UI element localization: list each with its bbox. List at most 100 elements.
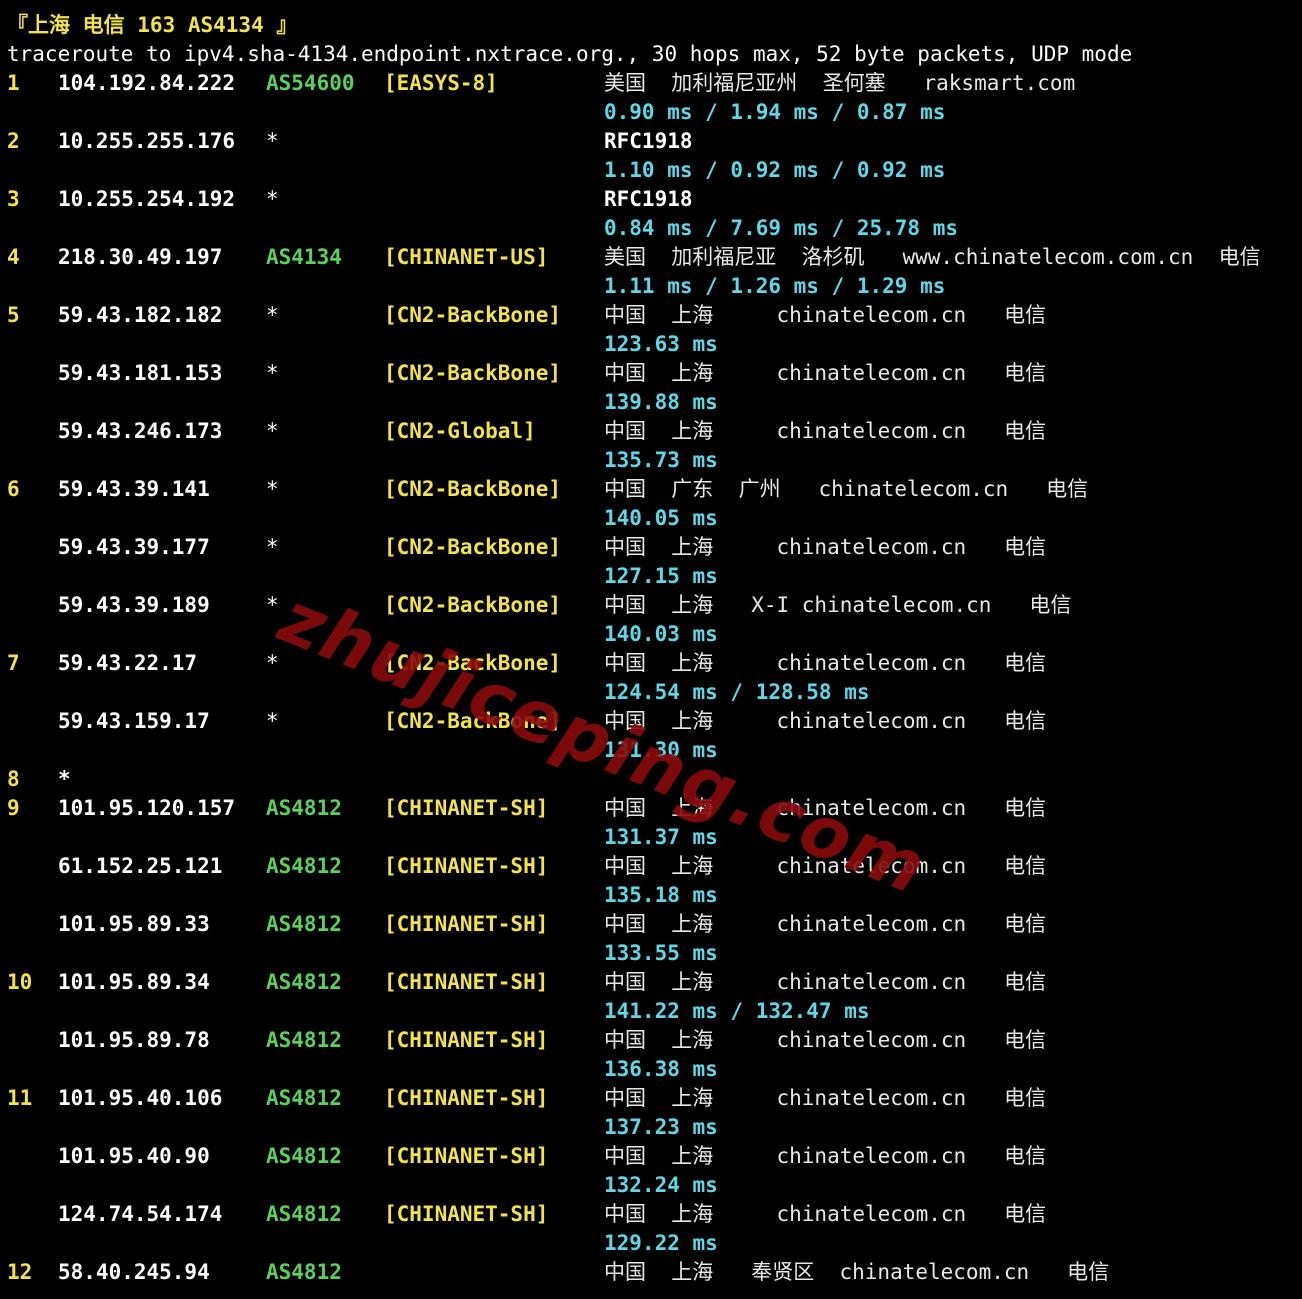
ip-address: 59.43.22.17 (58, 651, 198, 675)
geo-info: 中国 上海 chinatelecom.cn 电信 (604, 709, 1047, 733)
network-tag: [CHINANET-SH] (384, 796, 549, 820)
asn-label: AS4812 (266, 1086, 342, 1110)
rtt-values: 124.54 ms / 128.58 ms (604, 680, 870, 704)
ip-address: 124.74.54.174 (58, 1202, 223, 1226)
network-tag: [CHINANET-SH] (384, 912, 549, 936)
asn-label: AS4134 (266, 245, 342, 269)
asn-label: AS4812 (266, 1028, 342, 1052)
rtt-values: 135.18 ms (604, 883, 718, 907)
hop-number: 3 (7, 187, 20, 211)
geo-info: 中国 上海 chinatelecom.cn 电信 (604, 1028, 1047, 1052)
hop-number: 12 (7, 1260, 33, 1284)
asn-unknown: * (266, 419, 279, 443)
ip-address: 59.43.39.189 (58, 593, 210, 617)
rtt-values: 129.22 ms (604, 1231, 718, 1255)
geo-info: 美国 加利福尼亚 洛杉矶 www.chinatelecom.com.cn 电信 (604, 245, 1261, 269)
hop-number: 10 (7, 970, 33, 994)
network-tag: [CHINANET-SH] (384, 1028, 549, 1052)
asn-unknown: * (266, 477, 279, 501)
network-tag: [CHINANET-SH] (384, 1086, 549, 1110)
hop-number: 7 (7, 651, 20, 675)
geo-info: RFC1918 (604, 129, 693, 153)
geo-info: 中国 上海 chinatelecom.cn 电信 (604, 419, 1047, 443)
hop-number: 11 (7, 1086, 33, 1110)
asn-unknown: * (266, 361, 279, 385)
ip-address: 101.95.40.90 (58, 1144, 210, 1168)
rtt-values: 0.90 ms / 1.94 ms / 0.87 ms (604, 100, 946, 124)
network-tag: [CN2-BackBone] (384, 709, 562, 733)
terminal-window: 『上海 电信 163 AS4134 』 traceroute to ipv4.s… (0, 0, 1302, 1299)
asn-label: AS54600 (266, 71, 355, 95)
ip-address: 101.95.89.78 (58, 1028, 210, 1052)
rtt-values: 135.73 ms (604, 448, 718, 472)
hop-number: 5 (7, 303, 20, 327)
ip-address: 61.152.25.121 (58, 854, 223, 878)
asn-label: AS4812 (266, 1144, 342, 1168)
ip-address: 101.95.120.157 (58, 796, 236, 820)
ip-address: 10.255.255.176 (58, 129, 236, 153)
asn-unknown: * (266, 593, 279, 617)
ip-address: 218.30.49.197 (58, 245, 223, 269)
network-tag: [EASYS-8] (384, 71, 498, 95)
geo-info: 中国 上海 X-I chinatelecom.cn 电信 (604, 593, 1072, 617)
trace-header: 『上海 电信 163 AS4134 』 (7, 13, 298, 37)
ip-address: 59.43.39.177 (58, 535, 210, 559)
geo-info: 中国 上海 chinatelecom.cn 电信 (604, 1144, 1047, 1168)
asn-label: AS4812 (266, 1202, 342, 1226)
geo-info: 中国 上海 chinatelecom.cn 电信 (604, 912, 1047, 936)
geo-info: 中国 上海 chinatelecom.cn 电信 (604, 796, 1047, 820)
geo-info: 中国 上海 chinatelecom.cn 电信 (604, 361, 1047, 385)
rtt-values: 141.22 ms / 132.47 ms (604, 999, 870, 1023)
asn-label: AS4812 (266, 912, 342, 936)
ip-address: 101.95.40.106 (58, 1086, 223, 1110)
asn-label: AS4812 (266, 1260, 342, 1284)
asn-label: AS4812 (266, 796, 342, 820)
geo-info: 中国 广东 广州 chinatelecom.cn 电信 (604, 477, 1089, 501)
asn-unknown: * (266, 187, 279, 211)
network-tag: [CHINANET-SH] (384, 970, 549, 994)
rtt-values: 136.38 ms (604, 1057, 718, 1081)
asn-unknown: * (266, 535, 279, 559)
hop-number: 6 (7, 477, 20, 501)
network-tag: [CHINANET-SH] (384, 1202, 549, 1226)
asn-unknown: * (266, 709, 279, 733)
ip-address: 101.95.89.33 (58, 912, 210, 936)
asn-unknown: * (266, 129, 279, 153)
rtt-values: 140.03 ms (604, 622, 718, 646)
network-tag: [CHINANET-SH] (384, 854, 549, 878)
geo-info: 中国 上海 奉贤区 chinatelecom.cn 电信 (604, 1260, 1110, 1284)
asn-label: AS4812 (266, 854, 342, 878)
network-tag: [CN2-BackBone] (384, 651, 562, 675)
trace-command-row: traceroute to ipv4.sha-4134.endpoint.nxt… (0, 40, 1132, 69)
rtt-values: 1.11 ms / 1.26 ms / 1.29 ms (604, 274, 946, 298)
rtt-values: 0.84 ms / 7.69 ms / 25.78 ms (604, 216, 959, 240)
network-tag: [CN2-BackBone] (384, 593, 562, 617)
network-tag: [CHINANET-SH] (384, 1144, 549, 1168)
network-tag: [CN2-Global] (384, 419, 536, 443)
network-tag: [CHINANET-US] (384, 245, 549, 269)
hop-number: 8 (7, 767, 20, 791)
geo-info: 中国 上海 chinatelecom.cn 电信 (604, 303, 1047, 327)
network-tag: [CN2-BackBone] (384, 535, 562, 559)
asn-unknown: * (266, 651, 279, 675)
asn-unknown: * (266, 303, 279, 327)
network-tag: [CN2-BackBone] (384, 477, 562, 501)
rtt-values: 131.37 ms (604, 825, 718, 849)
trace-command-line: traceroute to ipv4.sha-4134.endpoint.nxt… (7, 42, 1133, 66)
geo-info: 中国 上海 chinatelecom.cn 电信 (604, 1202, 1047, 1226)
hop-number: 1 (7, 71, 20, 95)
rtt-values: 127.15 ms (604, 564, 718, 588)
asn-label: AS4812 (266, 970, 342, 994)
rtt-values: 140.05 ms (604, 506, 718, 530)
ip-address: 58.40.245.94 (58, 1260, 210, 1284)
geo-info: 中国 上海 chinatelecom.cn 电信 (604, 970, 1047, 994)
geo-info: 中国 上海 chinatelecom.cn 电信 (604, 854, 1047, 878)
hop-number: 9 (7, 796, 20, 820)
rtt-values: 137.23 ms (604, 1115, 718, 1139)
ip-address: 59.43.159.17 (58, 709, 210, 733)
ip-address: 59.43.181.153 (58, 361, 223, 385)
ip-address: 59.43.39.141 (58, 477, 210, 501)
ip-address: 104.192.84.222 (58, 71, 236, 95)
geo-info: 中国 上海 chinatelecom.cn 电信 (604, 535, 1047, 559)
rtt-values: 133.55 ms (604, 941, 718, 965)
